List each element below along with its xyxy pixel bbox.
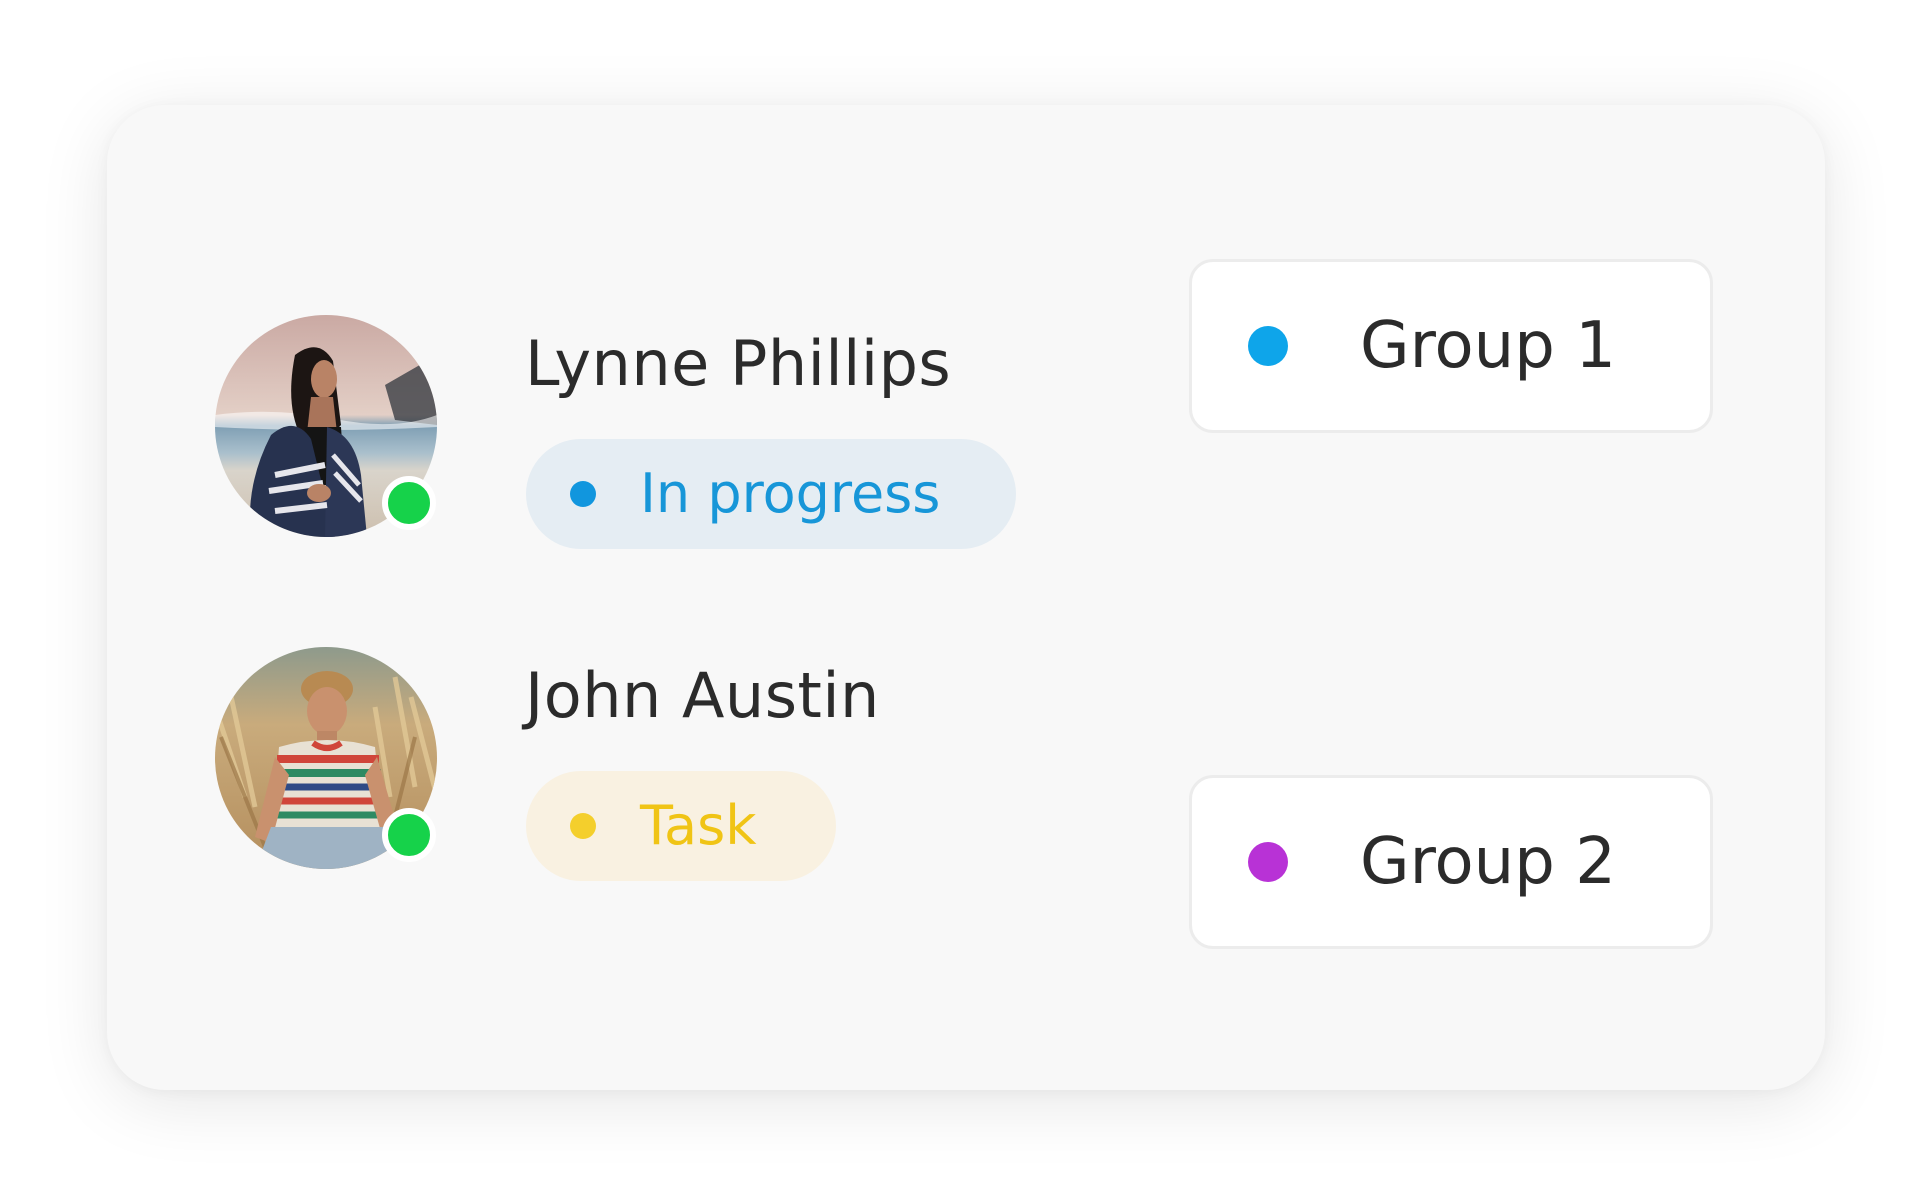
status-label: Task <box>640 794 757 857</box>
status-badge[interactable]: In progress <box>526 439 1016 549</box>
group-selector[interactable]: Group 1 <box>1189 259 1713 433</box>
group-selector[interactable]: Group 2 <box>1189 775 1713 949</box>
group-label: Group 2 <box>1360 825 1616 899</box>
avatar[interactable] <box>215 315 437 537</box>
person-name: John Austin <box>525 659 880 732</box>
status-label: In progress <box>640 462 941 525</box>
online-status-indicator <box>382 808 436 862</box>
status-badge[interactable]: Task <box>526 771 836 881</box>
status-dot-icon <box>570 481 596 507</box>
avatar[interactable] <box>215 647 437 869</box>
people-card: Lynne Phillips In progress Group 1 John … <box>107 105 1825 1090</box>
online-status-indicator <box>382 476 436 530</box>
status-dot-icon <box>570 813 596 839</box>
group-label: Group 1 <box>1360 309 1616 383</box>
group-color-dot-icon <box>1248 326 1288 366</box>
person-name: Lynne Phillips <box>525 327 952 400</box>
group-color-dot-icon <box>1248 842 1288 882</box>
page: Lynne Phillips In progress Group 1 John … <box>0 0 1920 1195</box>
